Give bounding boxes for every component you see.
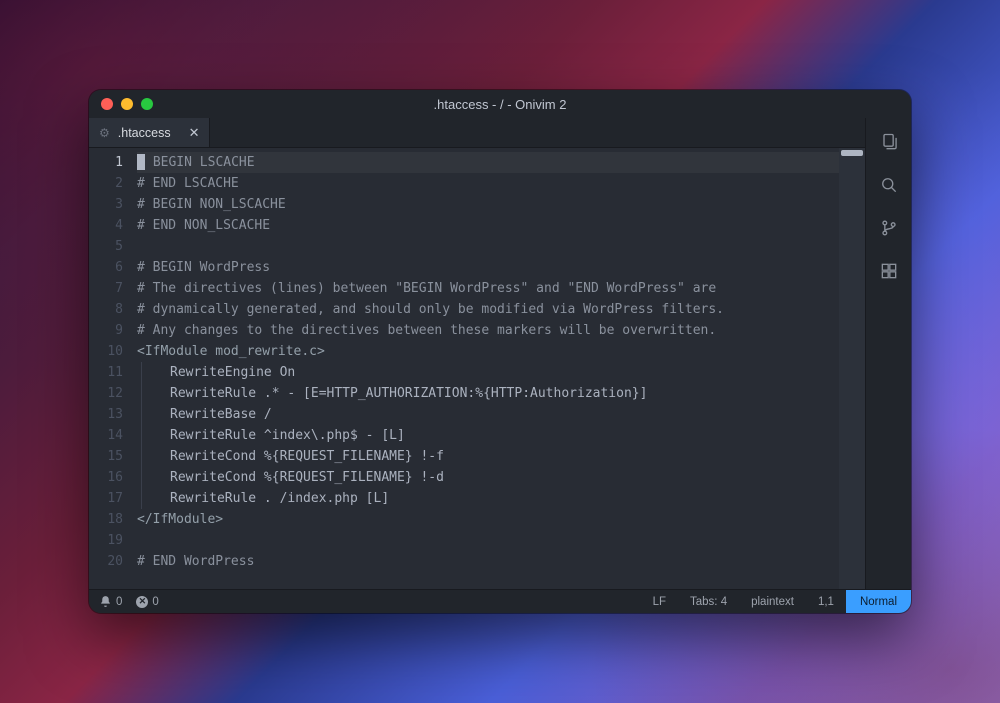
code-line[interactable]: # BEGIN NON_LSCACHE xyxy=(137,194,839,215)
code-line[interactable]: # END NON_LSCACHE xyxy=(137,215,839,236)
close-tab-icon[interactable]: ✕ xyxy=(189,125,200,141)
minimap[interactable] xyxy=(839,148,865,589)
files-icon[interactable] xyxy=(879,132,899,157)
code-line[interactable] xyxy=(137,530,839,551)
code-line[interactable]: # END LSCACHE xyxy=(137,173,839,194)
line-number: 3 xyxy=(89,194,123,215)
cursor xyxy=(137,154,145,170)
tab-label: .htaccess xyxy=(118,126,171,140)
code-line[interactable]: BEGIN LSCACHE xyxy=(137,152,839,173)
cursor-position-indicator[interactable]: 1,1 xyxy=(806,590,846,613)
line-number-gutter: 1234567891011121314151617181920 xyxy=(89,148,131,589)
line-number: 17 xyxy=(89,488,123,509)
notifications-count: 0 xyxy=(116,596,122,608)
line-number: 19 xyxy=(89,530,123,551)
line-ending-indicator[interactable]: LF xyxy=(641,590,678,613)
line-number: 11 xyxy=(89,362,123,383)
zoom-window-button[interactable] xyxy=(141,98,153,110)
vim-mode-indicator[interactable]: Normal xyxy=(846,590,911,613)
code-line[interactable]: RewriteRule . /index.php [L] xyxy=(137,488,839,509)
line-number: 5 xyxy=(89,236,123,257)
code-line[interactable]: # Any changes to the directives between … xyxy=(137,320,839,341)
tab-bar: ⚙ .htaccess ✕ xyxy=(89,118,865,148)
line-number: 10 xyxy=(89,341,123,362)
notifications-button[interactable]: 0 xyxy=(99,595,122,608)
editor[interactable]: 1234567891011121314151617181920 BEGIN LS… xyxy=(89,148,865,589)
line-number: 12 xyxy=(89,383,123,404)
code-line[interactable]: RewriteEngine On xyxy=(137,362,839,383)
git-branch-icon[interactable] xyxy=(879,218,899,243)
error-icon: ✕ xyxy=(136,596,148,608)
errors-button[interactable]: ✕ 0 xyxy=(136,596,158,608)
line-number: 13 xyxy=(89,404,123,425)
tab-htaccess[interactable]: ⚙ .htaccess ✕ xyxy=(89,118,210,147)
titlebar[interactable]: .htaccess - / - Onivim 2 xyxy=(89,90,911,118)
activity-bar xyxy=(865,118,911,589)
tab-size-indicator[interactable]: Tabs: 4 xyxy=(678,590,739,613)
code-line[interactable]: # END WordPress xyxy=(137,551,839,572)
close-window-button[interactable] xyxy=(101,98,113,110)
line-number: 6 xyxy=(89,257,123,278)
line-number: 20 xyxy=(89,551,123,572)
code-line[interactable]: <IfModule mod_rewrite.c> xyxy=(137,341,839,362)
code-line[interactable] xyxy=(137,236,839,257)
code-line[interactable]: # The directives (lines) between "BEGIN … xyxy=(137,278,839,299)
line-number: 4 xyxy=(89,215,123,236)
code-line[interactable]: # BEGIN WordPress xyxy=(137,257,839,278)
code-line[interactable]: RewriteRule .* - [E=HTTP_AUTHORIZATION:%… xyxy=(137,383,839,404)
code-line[interactable]: </IfModule> xyxy=(137,509,839,530)
code-line[interactable]: RewriteBase / xyxy=(137,404,839,425)
line-number: 9 xyxy=(89,320,123,341)
line-number: 8 xyxy=(89,299,123,320)
code-area[interactable]: BEGIN LSCACHE# END LSCACHE# BEGIN NON_LS… xyxy=(131,148,839,589)
app-window: .htaccess - / - Onivim 2 ⚙ .htaccess ✕ 1… xyxy=(89,90,911,613)
status-bar: 0 ✕ 0 LF Tabs: 4 plaintext 1,1 Normal xyxy=(89,589,911,613)
search-icon[interactable] xyxy=(879,175,899,200)
line-number: 2 xyxy=(89,173,123,194)
code-line[interactable]: RewriteRule ^index\.php$ - [L] xyxy=(137,425,839,446)
code-line[interactable]: RewriteCond %{REQUEST_FILENAME} !-f xyxy=(137,446,839,467)
code-line[interactable]: RewriteCond %{REQUEST_FILENAME} !-d xyxy=(137,467,839,488)
errors-count: 0 xyxy=(152,596,158,608)
line-number: 15 xyxy=(89,446,123,467)
line-number: 1 xyxy=(89,152,123,173)
minimap-thumb[interactable] xyxy=(841,150,863,156)
gear-icon: ⚙ xyxy=(99,126,110,140)
language-indicator[interactable]: plaintext xyxy=(739,590,806,613)
extensions-icon[interactable] xyxy=(879,261,899,286)
line-number: 14 xyxy=(89,425,123,446)
line-number: 18 xyxy=(89,509,123,530)
line-number: 7 xyxy=(89,278,123,299)
minimize-window-button[interactable] xyxy=(121,98,133,110)
code-line[interactable]: # dynamically generated, and should only… xyxy=(137,299,839,320)
traffic-lights xyxy=(89,98,153,110)
window-title: .htaccess - / - Onivim 2 xyxy=(89,97,911,112)
line-number: 16 xyxy=(89,467,123,488)
